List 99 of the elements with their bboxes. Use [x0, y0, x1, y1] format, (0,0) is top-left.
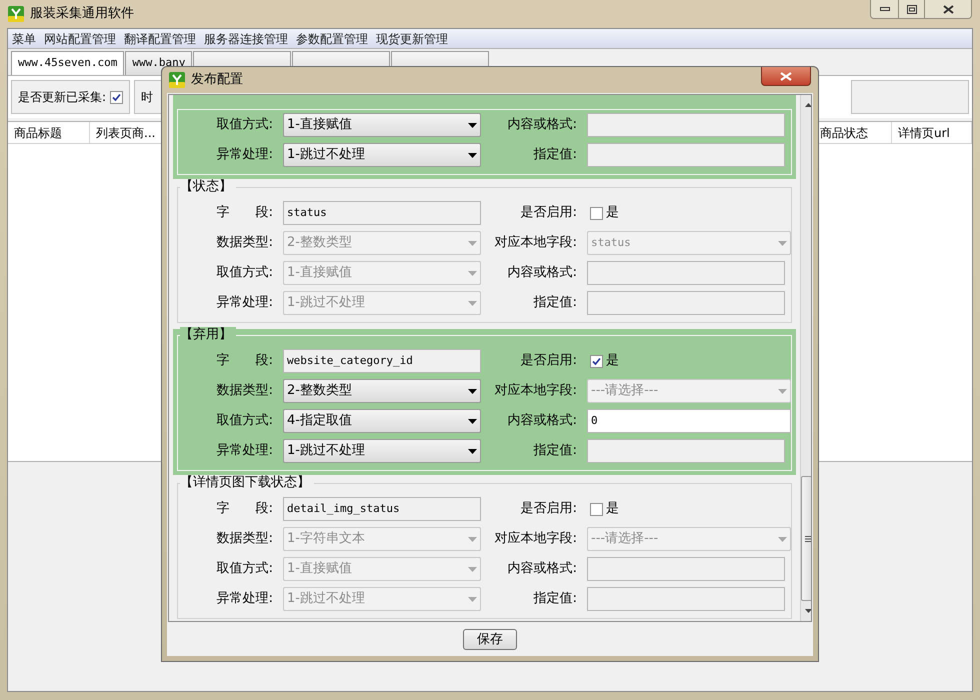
dropdown[interactable]: 1-跳过不处理 [283, 143, 481, 167]
field-label: 指定值: [534, 590, 577, 608]
text-field[interactable]: status [283, 201, 481, 225]
update-label: 是否更新已采集: [18, 89, 106, 106]
field-label: 是否启用: [520, 500, 577, 518]
dropdown-arrow-icon [468, 596, 477, 602]
close-button[interactable] [925, 0, 971, 18]
dropdown-arrow-icon [468, 536, 477, 542]
field-label: 取值方式: [216, 412, 273, 430]
dropdown[interactable]: 2-整数类型 [283, 379, 481, 403]
menu-item[interactable]: 服务器连接管理 [204, 30, 288, 48]
checkbox-label: 是 [606, 500, 619, 518]
checkbox-label: 是 [606, 352, 619, 370]
minimize-button[interactable] [871, 0, 899, 18]
dropdown-arrow-icon [778, 240, 787, 246]
scroll-up-icon [804, 103, 811, 107]
text-field[interactable]: website_category_id [283, 349, 481, 373]
field-label: 对应本地字段: [494, 234, 577, 252]
section-title: 【弃用】 [180, 327, 236, 343]
text-field[interactable] [587, 113, 785, 137]
checkbox[interactable] [110, 90, 124, 104]
field-label: 数据类型: [216, 382, 273, 400]
field-label: 异常处理: [216, 442, 273, 460]
scrollbar[interactable] [800, 95, 811, 621]
close-icon [780, 72, 792, 80]
maximize-icon [906, 4, 916, 14]
text-field[interactable]: 0 [587, 409, 791, 433]
dropdown[interactable]: 4-指定取值 [283, 409, 481, 433]
scrollbar-thumb[interactable] [801, 476, 811, 601]
field-label: 取值方式: [216, 116, 273, 134]
field-label: 取值方式: [216, 264, 273, 282]
text-field[interactable] [587, 439, 785, 463]
field-label: 字 段: [216, 500, 273, 518]
field-label: 内容或格式: [508, 264, 577, 282]
dropdown[interactable]: 1-直接赋值 [283, 113, 481, 137]
dropdown-arrow-icon [468, 418, 477, 424]
scroll-down-icon [804, 609, 811, 613]
close-button[interactable] [761, 67, 811, 86]
field-label: 是否启用: [520, 352, 577, 370]
field-label: 是否启用: [520, 204, 577, 222]
app-logo-icon [8, 6, 24, 22]
checkbox[interactable] [590, 502, 603, 516]
menu-item[interactable]: 菜单 [12, 30, 36, 48]
app-logo-icon [169, 72, 185, 88]
field-label: 内容或格式: [508, 412, 577, 430]
dropdown-arrow-icon [468, 270, 477, 276]
menu-item[interactable]: 参数配置管理 [296, 30, 368, 48]
dialog-title: 发布配置 [191, 71, 243, 90]
dropdown-arrow-icon [778, 388, 787, 394]
dropdown-arrow-icon [468, 122, 477, 128]
dropdown-arrow-icon [468, 240, 477, 246]
text-field[interactable] [587, 557, 785, 581]
checkmark-icon [592, 356, 601, 366]
field-label: 指定值: [534, 294, 577, 312]
field-label: 字 段: [216, 204, 273, 222]
field-label: 异常处理: [216, 590, 273, 608]
save-button[interactable]: 保存 [463, 628, 517, 650]
field-label: 取值方式: [216, 560, 273, 578]
time-label: 时 [141, 89, 154, 106]
menu-item[interactable]: 现货更新管理 [376, 30, 448, 48]
dropdown-arrow-icon [468, 566, 477, 572]
close-icon [942, 4, 954, 14]
field-label: 异常处理: [216, 294, 273, 312]
dropdown-arrow-icon [468, 448, 477, 454]
text-field[interactable] [587, 261, 785, 285]
text-field[interactable] [587, 143, 785, 167]
dropdown-arrow-icon [468, 388, 477, 394]
field-label: 内容或格式: [508, 116, 577, 134]
field-label: 数据类型: [216, 234, 273, 252]
grip-icon [804, 536, 811, 542]
checkbox-label: 是 [606, 204, 619, 222]
column-header[interactable]: 详情页url [892, 122, 972, 143]
minimize-icon [880, 7, 890, 11]
field-label: 指定值: [534, 146, 577, 164]
dropdown[interactable]: 1-跳过不处理 [283, 439, 481, 463]
tab[interactable]: www.45seven.com [11, 51, 124, 75]
section-title: 【状态】 [180, 179, 236, 195]
field-label: 对应本地字段: [494, 382, 577, 400]
menu-item[interactable]: 翻译配置管理 [124, 30, 196, 48]
dropdown-arrow-icon [468, 152, 477, 158]
field-label: 字 段: [216, 352, 273, 370]
maximize-button[interactable] [899, 0, 925, 18]
menu-item[interactable]: 网站配置管理 [44, 30, 116, 48]
dropdown-arrow-icon [778, 536, 787, 542]
field-label: 数据类型: [216, 530, 273, 548]
checkmark-icon [112, 92, 122, 102]
checkbox[interactable] [590, 206, 603, 220]
text-field[interactable]: detail_img_status [283, 497, 481, 521]
field-label: 对应本地字段: [494, 530, 577, 548]
checkbox[interactable] [590, 354, 603, 368]
text-field[interactable] [587, 291, 785, 315]
dropdown-arrow-icon [468, 300, 477, 306]
section-title: 【详情页图下载状态】 [180, 475, 314, 491]
window-title: 服装采集通用软件 [30, 5, 134, 24]
field-label: 异常处理: [216, 146, 273, 164]
text-field[interactable] [587, 587, 785, 611]
field-label: 指定值: [534, 442, 577, 460]
column-header[interactable]: 商品标题 [8, 122, 90, 143]
field-label: 内容或格式: [508, 560, 577, 578]
